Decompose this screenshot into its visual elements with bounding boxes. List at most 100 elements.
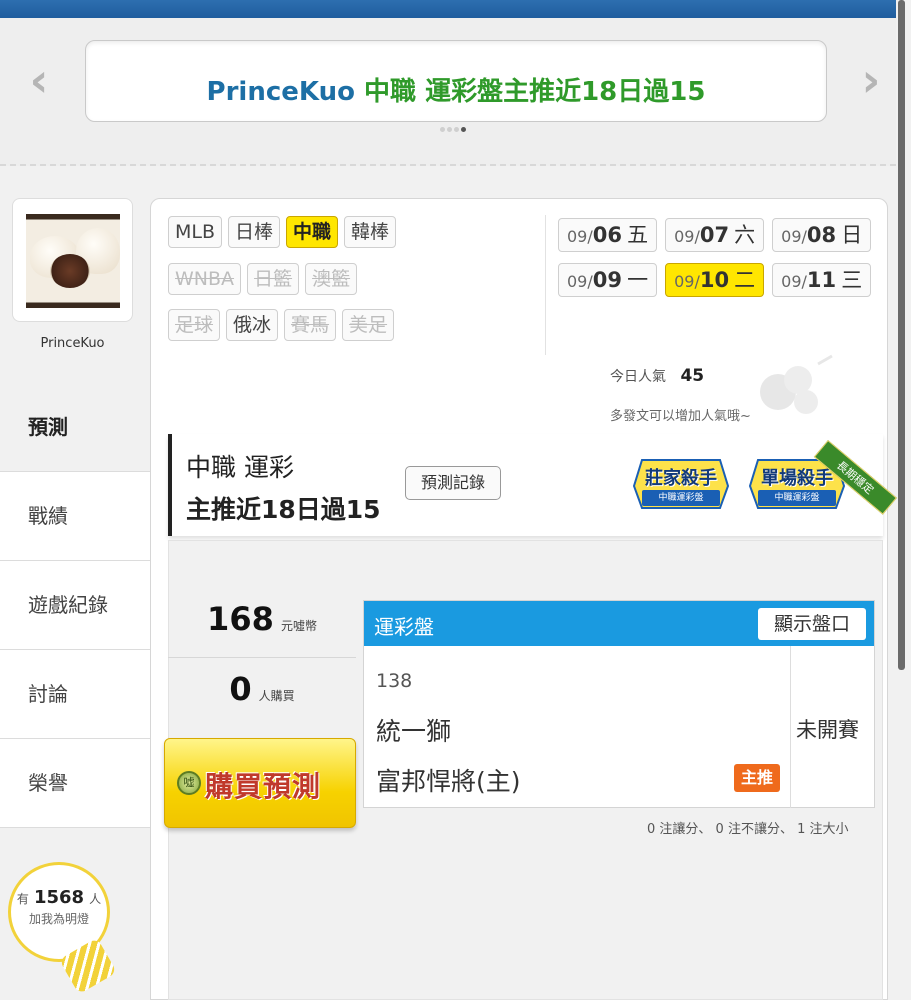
date-month: 09/ xyxy=(567,227,593,246)
league-tag-kbo[interactable]: 韓棒 xyxy=(344,216,397,248)
banner-author: PrinceKuo xyxy=(206,77,355,107)
buyers-unit: 人購買 xyxy=(258,689,295,703)
avatar[interactable] xyxy=(12,198,133,322)
popularity: 今日人氣 45 xyxy=(610,366,704,386)
carousel-dot-active[interactable] xyxy=(461,127,466,132)
banner-headline: 中職 運彩盤主推近18日過15 xyxy=(364,77,706,107)
price-box: 168 元噓幣 xyxy=(168,600,356,658)
divider xyxy=(790,646,791,808)
game-card-title: 運彩盤 xyxy=(374,615,434,639)
date-weekday: 日 xyxy=(841,223,863,247)
date-tab-0908[interactable]: 09/08 日 xyxy=(772,218,872,252)
top-bar xyxy=(0,0,896,18)
league-tag-horse-racing: 賽馬 xyxy=(284,309,337,341)
avatar-image xyxy=(26,214,120,308)
fans-suffix: 人 xyxy=(89,892,102,906)
divider xyxy=(545,215,546,355)
sidebar-item-honor[interactable]: 榮譽 xyxy=(0,739,150,828)
buyers-box: 0 人購買 xyxy=(168,670,356,708)
badge-sub: 中職運彩盤 xyxy=(758,490,836,506)
sidebar-item-discussion[interactable]: 討論 xyxy=(0,650,150,739)
popularity-value: 45 xyxy=(680,366,705,386)
fans-label: 加我為明燈 xyxy=(28,912,89,926)
date-weekday: 五 xyxy=(627,223,649,247)
carousel-dot[interactable] xyxy=(447,127,452,132)
game-id: 138 xyxy=(376,670,413,692)
prediction-summary: 主推近18日過15 xyxy=(186,495,381,524)
sidebar-menu: 預測 戰績 遊戲紀錄 討論 榮譽 xyxy=(0,380,150,828)
league-tag-russia-hockey[interactable]: 俄冰 xyxy=(226,309,279,341)
carousel-dots xyxy=(440,127,466,135)
chevron-right-icon[interactable]: › xyxy=(856,57,886,103)
sidebar-item-record[interactable]: 戰績 xyxy=(0,472,150,561)
bet-summary: 0 注讓分、 0 注不讓分、 1 注大小 xyxy=(647,822,849,837)
show-odds-button[interactable]: 顯示盤口 xyxy=(758,608,866,640)
price-unit: 元噓幣 xyxy=(280,619,317,633)
date-month: 09/ xyxy=(567,272,593,291)
game-status: 未開賽 xyxy=(796,718,859,742)
fans-prefix: 有 xyxy=(16,892,29,906)
date-day: 06 xyxy=(592,223,622,247)
carousel-dot[interactable] xyxy=(440,127,445,132)
badge-sub: 中職運彩盤 xyxy=(642,490,720,506)
date-month: 09/ xyxy=(674,227,700,246)
league-tag-npb[interactable]: 日棒 xyxy=(228,216,281,248)
flower-decoration-icon xyxy=(760,354,833,414)
game-card-header: 運彩盤 顯示盤口 xyxy=(364,601,874,646)
date-weekday: 六 xyxy=(734,223,756,247)
main-pick-badge: 主推 xyxy=(734,764,780,792)
buy-prediction-label: 購買預測 xyxy=(205,770,322,803)
team-away: 統一獅 xyxy=(376,717,452,746)
date-day: 09 xyxy=(592,268,622,292)
chevron-left-icon[interactable]: ‹ xyxy=(24,57,54,103)
profile-name: PrinceKuo xyxy=(40,336,105,351)
price-value: 168 xyxy=(207,600,274,638)
date-month: 09/ xyxy=(674,272,700,291)
game-card: 運彩盤 顯示盤口 138 統一獅 富邦悍將(主) 主推 未開賽 xyxy=(363,600,875,808)
game-card-body: 138 統一獅 富邦悍將(主) 主推 未開賽 xyxy=(364,646,874,808)
league-tags-row-1: MLB 日棒 中職 韓棒 xyxy=(168,216,397,248)
date-row-2: 09/09 一 09/10 二 09/11 三 xyxy=(558,263,872,297)
popularity-hint: 多發文可以增加人氣哦~ xyxy=(610,409,751,424)
league-tags-row-2: WNBA 日籃 澳籃 xyxy=(168,263,358,295)
carousel-dot[interactable] xyxy=(454,127,459,132)
bun-filling xyxy=(50,254,90,288)
date-tab-0906[interactable]: 09/06 五 xyxy=(558,218,658,252)
fans-count: 1568 xyxy=(33,887,85,908)
date-tab-0909[interactable]: 09/09 一 xyxy=(558,263,658,297)
buy-prediction-button[interactable]: 噓 購買預測 xyxy=(164,738,356,828)
buyers-value: 0 xyxy=(229,670,252,708)
date-tab-0907[interactable]: 09/07 六 xyxy=(665,218,765,252)
date-month: 09/ xyxy=(781,272,807,291)
sidebar-item-predict[interactable]: 預測 xyxy=(0,380,150,472)
date-weekday: 二 xyxy=(734,268,756,292)
sidebar-item-game-log[interactable]: 遊戲紀錄 xyxy=(0,561,150,650)
date-weekday: 三 xyxy=(841,268,863,292)
date-row-1: 09/06 五 09/07 六 09/08 日 xyxy=(558,218,872,252)
prediction-record-button[interactable]: 預測記錄 xyxy=(405,466,501,500)
league-tag-cpbl[interactable]: 中職 xyxy=(286,216,339,248)
league-tag-japan-basketball: 日籃 xyxy=(247,263,300,295)
prediction-league: 中職 運彩 xyxy=(186,453,294,482)
badge-banker-killer: 莊家殺手 中職運彩盤 xyxy=(630,452,732,514)
coin-icon: 噓 xyxy=(177,771,201,795)
date-tab-0910[interactable]: 09/10 二 xyxy=(665,263,765,297)
date-tab-0911[interactable]: 09/11 三 xyxy=(772,263,872,297)
popularity-label: 今日人氣 xyxy=(610,369,666,385)
team-home: 富邦悍將(主) xyxy=(376,767,521,796)
date-weekday: 一 xyxy=(627,268,649,292)
league-tag-australia-basketball: 澳籃 xyxy=(305,263,358,295)
badge-title: 莊家殺手 xyxy=(645,468,717,489)
date-day: 07 xyxy=(699,223,730,247)
scrollbar[interactable] xyxy=(898,0,905,670)
league-tag-wnba: WNBA xyxy=(168,263,242,295)
league-tag-mlb[interactable]: MLB xyxy=(168,216,223,248)
date-day: 11 xyxy=(806,268,837,292)
date-day: 08 xyxy=(806,223,837,247)
league-tag-soccer: 足球 xyxy=(168,309,221,341)
league-tag-american-football: 美足 xyxy=(342,309,395,341)
league-tags-row-3: 足球 俄冰 賽馬 美足 xyxy=(168,309,395,341)
banner-title[interactable]: PrinceKuo 中職 運彩盤主推近18日過15 xyxy=(85,40,827,122)
date-month: 09/ xyxy=(781,227,807,246)
date-day: 10 xyxy=(699,268,730,292)
